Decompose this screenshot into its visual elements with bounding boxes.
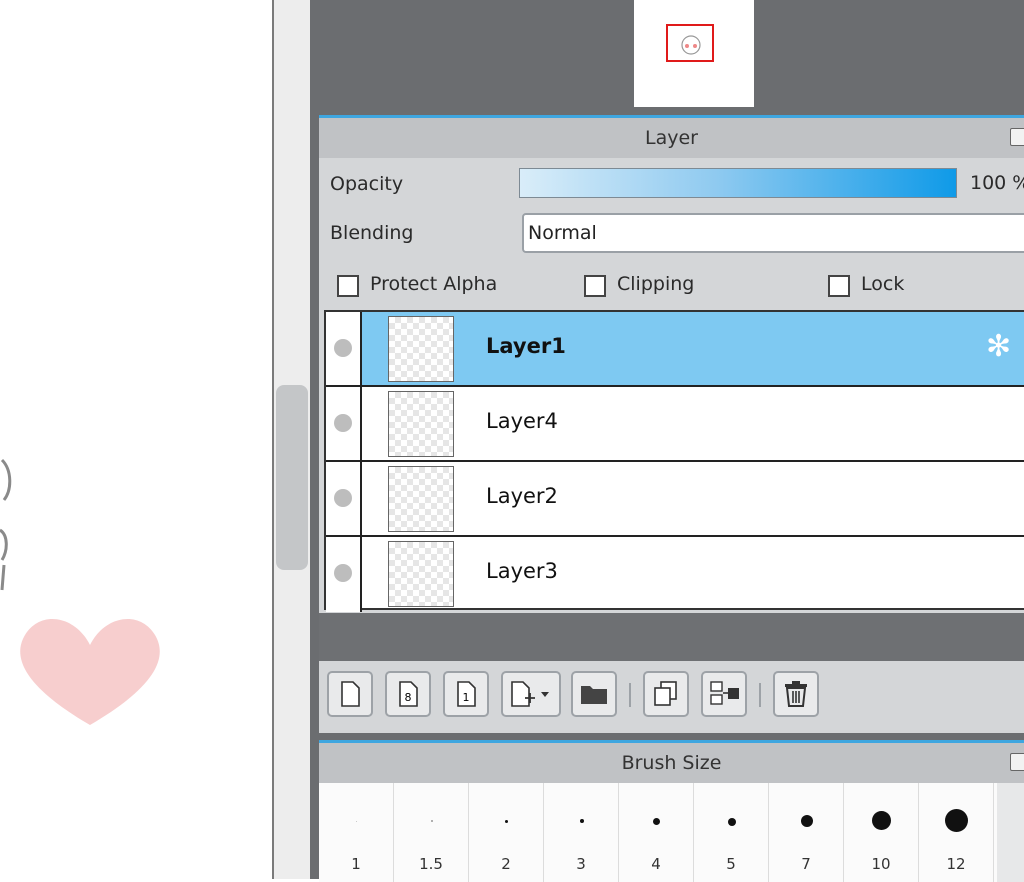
layer-name: Layer2: [486, 484, 558, 508]
svg-text:8: 8: [405, 691, 412, 704]
trash-icon: [785, 681, 807, 707]
blending-label: Blending: [330, 222, 414, 244]
layer-row[interactable]: Layer1 ✻: [326, 312, 1024, 387]
brush-size-option[interactable]: 4: [619, 783, 694, 882]
brush-grid-scroll-area: [997, 783, 1024, 882]
brush-size-option[interactable]: 12: [919, 783, 994, 882]
layer-name: Layer4: [486, 409, 558, 433]
layer-row[interactable]: Layer4: [326, 387, 1024, 462]
brush-size-option[interactable]: 5: [694, 783, 769, 882]
gear-icon[interactable]: ✻: [986, 332, 1011, 362]
brush-size-option[interactable]: 7: [769, 783, 844, 882]
layer-list-empty-area: [319, 613, 1024, 661]
new-1bit-layer-icon: 1: [457, 681, 476, 707]
brush-size-label: 4: [651, 855, 661, 873]
layer-thumbnail: [388, 391, 454, 457]
panel-detach-icon[interactable]: [1010, 128, 1024, 146]
lock-checkbox[interactable]: [828, 275, 850, 297]
duplicate-layer-icon: [654, 681, 677, 706]
visibility-dot-icon: [334, 564, 352, 582]
brush-dot-icon: [801, 815, 813, 827]
clipping-checkbox[interactable]: [584, 275, 606, 297]
brush-size-label: 5: [726, 855, 736, 873]
layer-name: Layer1: [486, 334, 566, 358]
visibility-toggle[interactable]: [326, 537, 362, 612]
visibility-toggle[interactable]: [326, 387, 362, 460]
visibility-toggle[interactable]: [326, 312, 362, 385]
layer-thumbnail: [388, 316, 454, 382]
vertical-scrollbar-thumb[interactable]: [276, 385, 308, 570]
new-folder-icon: [581, 686, 607, 704]
brush-size-option[interactable]: 3: [544, 783, 619, 882]
transfer-layer-icon: [710, 681, 739, 705]
add-layer-dropdown-button[interactable]: [501, 671, 561, 717]
brush-size-option[interactable]: 10: [844, 783, 919, 882]
brush-size-label: 2: [501, 855, 511, 873]
brush-dot-icon: [945, 809, 968, 832]
brush-size-label: 12: [946, 855, 966, 873]
brush-size-grid: 1 1.5 2 3 4 5 7 10 12: [319, 783, 997, 882]
brush-size-option[interactable]: 2: [469, 783, 544, 882]
new-1bit-layer-button[interactable]: 1: [443, 671, 489, 717]
brush-size-label: 3: [576, 855, 586, 873]
brush-size-title: Brush Size: [319, 743, 1024, 783]
layer-panel-title: Layer: [319, 118, 1024, 158]
brush-dot-icon: [505, 820, 508, 823]
brush-size-option[interactable]: 1: [319, 783, 394, 882]
opacity-label: Opacity: [330, 173, 404, 195]
brush-dot-icon: [356, 821, 357, 822]
brush-size-option[interactable]: 1.5: [394, 783, 469, 882]
new-8bit-layer-button[interactable]: 8: [385, 671, 431, 717]
panel-detach-icon[interactable]: [1010, 753, 1024, 771]
transfer-layer-button[interactable]: [701, 671, 747, 717]
visibility-dot-icon: [334, 339, 352, 357]
visibility-dot-icon: [334, 489, 352, 507]
layer-thumbnail: [388, 541, 454, 607]
brush-dot-icon: [580, 819, 584, 823]
new-folder-button[interactable]: [571, 671, 617, 717]
canvas-heart-icon: [20, 618, 160, 725]
svg-text:1: 1: [463, 691, 470, 704]
add-layer-dropdown-icon: [511, 681, 549, 707]
drawing-canvas[interactable]: [0, 0, 272, 879]
layer-panel: Layer Opacity 100 % Blending Normal Prot…: [319, 115, 1024, 733]
brush-size-panel: Brush Size 1 1.5 2 3 4 5 7 10 12: [319, 740, 1024, 882]
delete-layer-button[interactable]: [773, 671, 819, 717]
brush-dot-icon: [872, 811, 891, 830]
navigator-preview-image: [681, 35, 701, 55]
protect-alpha-checkbox[interactable]: [337, 275, 359, 297]
brush-size-label: 7: [801, 855, 811, 873]
brush-size-label: 1: [351, 855, 361, 873]
protect-alpha-label: Protect Alpha: [370, 273, 498, 295]
layer-thumbnail: [388, 466, 454, 532]
blending-select[interactable]: Normal: [522, 213, 1024, 253]
new-8bit-layer-icon: 8: [399, 681, 418, 707]
layer-name: Layer3: [486, 559, 558, 583]
brush-size-label: 1.5: [419, 855, 443, 873]
canvas-doodle-icon: [0, 458, 12, 591]
layer-row[interactable]: Layer2: [326, 462, 1024, 537]
visibility-dot-icon: [334, 414, 352, 432]
brush-dot-icon: [431, 820, 433, 822]
brush-dot-icon: [653, 818, 660, 825]
brush-dot-icon: [728, 818, 736, 826]
toolbar-separator: [759, 683, 761, 707]
lock-label: Lock: [861, 273, 905, 295]
new-layer-icon: [341, 681, 360, 707]
new-layer-button[interactable]: [327, 671, 373, 717]
visibility-toggle[interactable]: [326, 462, 362, 535]
opacity-value: 100 %: [970, 172, 1024, 194]
brush-size-label: 10: [871, 855, 891, 873]
clipping-label: Clipping: [617, 273, 695, 295]
duplicate-layer-button[interactable]: [643, 671, 689, 717]
layer-row[interactable]: Layer3: [326, 537, 1024, 612]
layer-list: Layer1 ✻ Layer4 Layer2 Layer3: [324, 310, 1024, 612]
toolbar-separator: [629, 683, 631, 707]
opacity-slider[interactable]: [519, 168, 957, 198]
